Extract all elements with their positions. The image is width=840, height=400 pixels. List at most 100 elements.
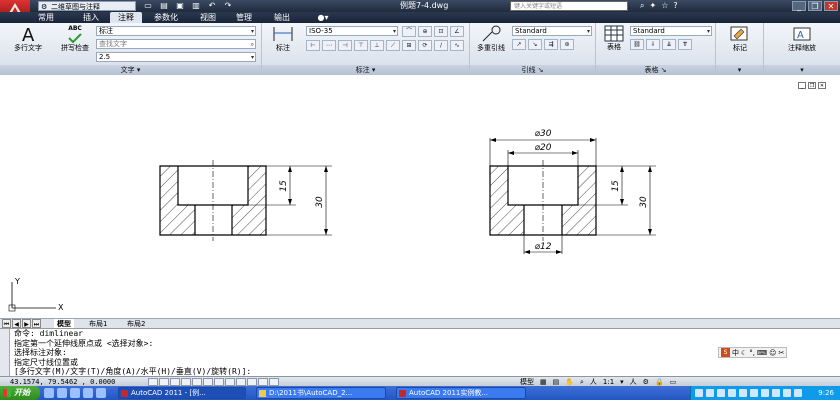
markup-button[interactable]: 标记	[722, 25, 758, 52]
dim-angle-icon[interactable]: ∠	[450, 26, 464, 37]
spell-check-button[interactable]: ABC 拼写检查	[60, 25, 90, 52]
left-dim-30[interactable]: 30	[315, 196, 325, 208]
drawing-svg[interactable]: 15 30 ⌀30 ⌀20 ⌀12 15 30 Y X	[0, 76, 840, 316]
help-icon[interactable]: ?	[673, 0, 677, 12]
drawing-canvas[interactable]: 15 30 ⌀30 ⌀20 ⌀12 15 30 Y X	[0, 76, 840, 316]
tab-manage[interactable]: 管理	[232, 12, 256, 23]
otrack-toggle-icon[interactable]	[203, 378, 213, 386]
leader-panel-title[interactable]: 引线 ↘	[470, 65, 595, 75]
quick-launch-icon[interactable]	[57, 388, 67, 398]
dim-baseline-icon[interactable]: ⊤	[354, 40, 368, 51]
redo-icon[interactable]: ↷	[222, 0, 234, 11]
tray-icon[interactable]	[761, 389, 769, 397]
ortho-toggle-icon[interactable]	[170, 378, 180, 386]
grid-toggle-icon[interactable]	[159, 378, 169, 386]
text-height-select[interactable]: 2.5 ▾	[96, 52, 256, 62]
restore-icon[interactable]: ❐	[808, 1, 822, 11]
left-dim-15[interactable]: 15	[279, 180, 289, 192]
dim-space-icon[interactable]: ⋯	[322, 40, 336, 51]
tab-annotate[interactable]: 注释	[110, 12, 142, 23]
last-layout-icon[interactable]: ⏭	[32, 319, 41, 328]
right-part[interactable]	[489, 138, 656, 254]
snap-toggle-icon[interactable]	[148, 378, 158, 386]
tray-icon[interactable]	[750, 389, 758, 397]
tray-icon[interactable]	[739, 389, 747, 397]
upload-icon[interactable]: ⇈	[678, 39, 692, 50]
lwt-toggle-icon[interactable]	[236, 378, 246, 386]
dim-continue-icon[interactable]: ⊣	[338, 40, 352, 51]
mleader-style-select[interactable]: Standard ▾	[512, 26, 592, 36]
undo-icon[interactable]: ↶	[206, 0, 218, 11]
dim-tedit-icon[interactable]: ∿	[450, 40, 464, 51]
prev-layout-icon[interactable]: ◀	[12, 319, 21, 328]
multileader-button[interactable]: 多重引线	[474, 25, 508, 52]
new-icon[interactable]: ▭	[142, 0, 154, 11]
tpy-toggle-icon[interactable]	[247, 378, 257, 386]
markup-panel-expand[interactable]: ▾	[716, 65, 763, 75]
quick-launch-icon[interactable]	[70, 388, 80, 398]
keyboard-icon[interactable]: ⌨	[757, 349, 767, 357]
dim-center-icon[interactable]: ⊕	[418, 26, 432, 37]
command-window[interactable]: 命令: dimlinear 指定第一个延伸线原点或 <选择对象>: 选择标注对象…	[0, 328, 840, 377]
quick-launch-icon[interactable]	[83, 388, 93, 398]
dim-oblique-icon[interactable]: ∕	[434, 40, 448, 51]
dim-inspect-icon[interactable]: ⊞	[402, 40, 416, 51]
polar-toggle-icon[interactable]	[181, 378, 191, 386]
dim-break-icon[interactable]: ⊢	[306, 40, 320, 51]
tab-insert[interactable]: 插入	[78, 12, 104, 23]
search-icon[interactable]: ⌕	[640, 0, 644, 12]
tab-parametric[interactable]: 参数化	[148, 12, 184, 23]
save-icon[interactable]: ▣	[174, 0, 186, 11]
mtext-button[interactable]: A 多行文字	[8, 25, 48, 52]
user-icon[interactable]: ☺	[769, 349, 776, 357]
punctuation-icon[interactable]: °,	[749, 349, 755, 357]
dyn-toggle-icon[interactable]	[225, 378, 235, 386]
workspace-switcher[interactable]: ⚙ 二维草图与注释	[38, 1, 136, 11]
table-button[interactable]: 表格	[600, 25, 628, 51]
viewport-close-icon[interactable]: ✕	[818, 82, 826, 89]
extract-data-icon[interactable]: ⇩	[646, 39, 660, 50]
ime-toolbar[interactable]: S 中 ☾ °, ⌨ ☺ ✂	[718, 347, 788, 358]
tray-icon[interactable]	[706, 389, 714, 397]
right-dim-phi20[interactable]: ⌀20	[535, 143, 552, 153]
taskbar-item-document[interactable]: AutoCAD 2011实例教...	[396, 387, 526, 399]
first-layout-icon[interactable]: ⏮	[2, 319, 11, 328]
tray-icon[interactable]	[783, 389, 791, 397]
tray-icon[interactable]	[772, 389, 780, 397]
ducs-toggle-icon[interactable]	[214, 378, 224, 386]
align-leader-icon[interactable]: ⇶	[544, 39, 558, 50]
find-text-input[interactable]: 查找文字 ⌕	[96, 39, 256, 49]
dimension-panel-title[interactable]: 标注 ▾	[262, 65, 469, 75]
collect-leader-icon[interactable]: ⊛	[560, 39, 574, 50]
tray-icon[interactable]	[695, 389, 703, 397]
dim-tol-icon[interactable]: ⊡	[434, 26, 448, 37]
ime-language[interactable]: 中	[732, 348, 739, 358]
remove-leader-icon[interactable]: ↘	[528, 39, 542, 50]
search-input[interactable]: 键入关键字或短语	[510, 1, 628, 11]
plot-icon[interactable]: ▥	[190, 0, 202, 11]
text-panel-title[interactable]: 文字 ▾	[0, 65, 261, 75]
add-leader-icon[interactable]: ↗	[512, 39, 526, 50]
moon-icon[interactable]: ☾	[741, 349, 747, 357]
taskbar-item-folder[interactable]: D:\2011书\AutoCAD_2...	[256, 387, 386, 399]
tab-view[interactable]: 视图	[196, 12, 220, 23]
text-style-select[interactable]: 标注 ▾	[96, 26, 256, 36]
right-dim-phi30[interactable]: ⌀30	[535, 129, 552, 139]
sc-toggle-icon[interactable]	[269, 378, 279, 386]
close-icon[interactable]: ✕	[824, 1, 838, 11]
download-icon[interactable]: ⇊	[662, 39, 676, 50]
start-button[interactable]: 开始	[0, 386, 40, 400]
dimension-button[interactable]: 标注	[268, 25, 298, 52]
tray-icon[interactable]	[794, 389, 802, 397]
left-part[interactable]	[159, 160, 332, 241]
quick-launch-icon[interactable]	[44, 388, 54, 398]
right-dim-30[interactable]: 30	[639, 196, 649, 208]
qp-toggle-icon[interactable]	[258, 378, 268, 386]
right-dim-15[interactable]: 15	[611, 180, 621, 192]
viewport-restore-icon[interactable]: ❐	[808, 82, 816, 89]
dim-quick-icon[interactable]: ⊥	[370, 40, 384, 51]
right-dim-phi12[interactable]: ⌀12	[535, 242, 552, 252]
link-data-icon[interactable]: ⛓	[630, 39, 644, 50]
tab-overflow[interactable]: ●▾	[314, 12, 332, 23]
quick-launch-icon[interactable]	[96, 388, 106, 398]
